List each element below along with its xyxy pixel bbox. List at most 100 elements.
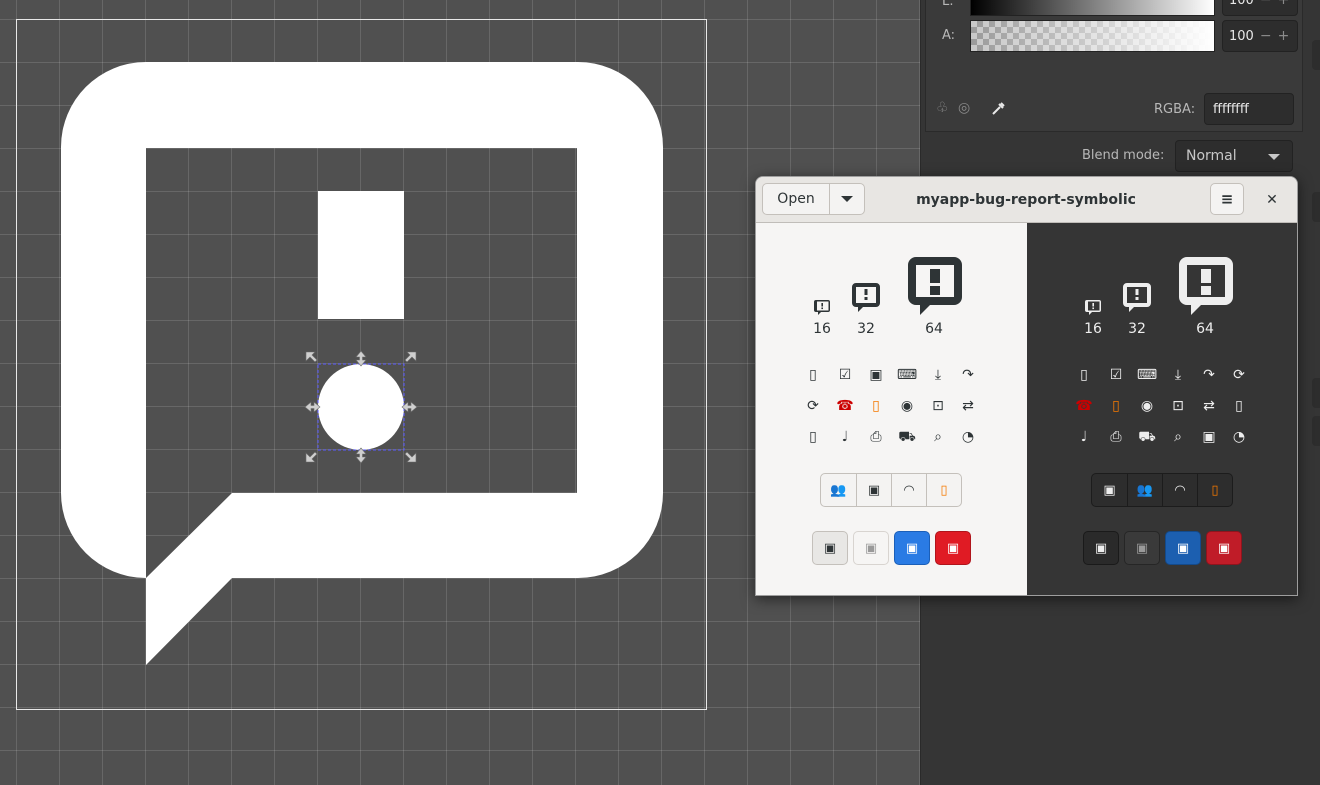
swap-arrows-icon: ⇄ (1203, 398, 1215, 414)
checkbox-checked-icon: ☑ (838, 367, 852, 383)
alpha-label: A: (942, 28, 956, 43)
resize-handle-top-right (404, 351, 417, 363)
bug-report-icon: ▣ (1217, 540, 1231, 556)
chevron-down-icon (1268, 154, 1280, 160)
open-menu-button[interactable] (829, 183, 865, 215)
document-search-icon: ⌕ (934, 429, 942, 445)
keyboard-icon: ⌨ (1136, 367, 1158, 383)
bug-report-button[interactable]: ▣ (1092, 474, 1127, 506)
bug-report-icon: ▣ (1103, 482, 1116, 498)
dark-theme-preview: 16 32 64 ▯ ☑ ⌨ ⤓ ↷ ⟳ ☎ ▯ ◉ ⊡ ⇄ ▯ ♩ ⎙ ⛟ ⌕… (1027, 223, 1297, 595)
bug-report-icon-32 (1123, 283, 1151, 312)
wifi-icon: ◠ (903, 482, 915, 498)
destructive-style-button[interactable]: ▣ (1206, 531, 1242, 565)
bug-report-icon: ▣ (1202, 429, 1216, 445)
speedometer-icon: ◔ (961, 429, 975, 445)
dock-tab[interactable] (1312, 192, 1320, 222)
bug-report-icon: ▣ (905, 540, 919, 556)
download-icon: ⤓ (1174, 367, 1182, 383)
dock-tab[interactable] (1312, 378, 1320, 408)
optical-disc-icon: ◉ (900, 398, 914, 414)
microphone-icon: ♩ (1080, 429, 1088, 445)
linked-button-group: 👥 ▣ ◠ ▯ (820, 473, 962, 507)
battery-locked-button[interactable]: ▯ (1197, 474, 1232, 506)
bug-report-icon: ▣ (1135, 540, 1149, 556)
flat-style-button[interactable]: ▣ (853, 531, 889, 565)
resize-handle-bottom-left (305, 451, 318, 463)
exclamation-dot-shape[interactable] (318, 364, 404, 450)
bug-report-icon-64 (1179, 257, 1233, 315)
size-label-16: 16 (1084, 321, 1102, 337)
color-managed-icon[interactable]: ◎ (958, 100, 970, 116)
bug-report-icon-32 (852, 283, 880, 312)
users-button[interactable]: 👥 (1127, 474, 1162, 506)
flat-color-panel: L: 100 − + A: 100 − + ♧ ◎ RGBA: ffffffff (925, 0, 1303, 132)
bug-report-icon: ▣ (867, 482, 881, 498)
alpha-spin[interactable]: 100 − + (1222, 20, 1298, 52)
main-menu-button[interactable]: ≡ (1210, 183, 1244, 215)
increment-button[interactable]: + (1278, 28, 1290, 44)
suggested-style-button[interactable]: ▣ (1165, 531, 1201, 565)
wifi-button[interactable]: ◠ (1162, 474, 1197, 506)
mouse-icon: ⊡ (1172, 398, 1184, 414)
increment-button[interactable]: + (1278, 0, 1290, 8)
lightness-slider[interactable] (970, 0, 1215, 16)
eyedropper-icon[interactable] (990, 101, 1006, 117)
battery-low-icon: ▯ (872, 398, 880, 414)
window-title: myapp-bug-report-symbolic (916, 192, 1136, 208)
lightness-spin[interactable]: 100 − + (1222, 0, 1298, 16)
printer-icon: ⎙ (1110, 429, 1122, 445)
size-label-64: 64 (1196, 321, 1214, 337)
decrement-button[interactable]: − (1260, 28, 1272, 44)
exclamation-bar-shape[interactable] (318, 191, 404, 319)
decrement-button[interactable]: − (1260, 0, 1272, 8)
dock-tab[interactable] (1312, 40, 1320, 70)
alpha-slider[interactable] (970, 20, 1215, 52)
battery-locked-button[interactable]: ▯ (926, 474, 961, 506)
destructive-style-button[interactable]: ▣ (935, 531, 971, 565)
wifi-icon: ◠ (1174, 482, 1186, 498)
speedometer-icon: ◔ (1232, 429, 1246, 445)
rgba-label: RGBA: (1154, 102, 1196, 117)
refresh-icon: ⟳ (807, 398, 819, 414)
bug-report-icon: ▣ (1094, 540, 1108, 556)
size-previews (814, 257, 962, 315)
wifi-button[interactable]: ◠ (891, 474, 926, 506)
battery-low-icon: ▯ (1112, 398, 1120, 414)
keyboard-icon: ⌨ (896, 367, 918, 383)
open-button[interactable]: Open (762, 183, 830, 215)
close-button[interactable]: ✕ (1260, 188, 1284, 212)
download-icon: ⤓ (934, 367, 942, 383)
suggested-style-button[interactable]: ▣ (894, 531, 930, 565)
dock-tab[interactable] (1312, 416, 1320, 446)
flat-style-button[interactable]: ▣ (1124, 531, 1160, 565)
normal-style-button[interactable]: ▣ (1083, 531, 1119, 565)
bug-report-icon: ▣ (1176, 540, 1190, 556)
resize-handle-bottom-right (404, 451, 417, 463)
bug-report-button[interactable]: ▣ (856, 474, 891, 506)
users-button[interactable]: 👥 (821, 474, 856, 506)
rgba-entry[interactable]: ffffffff (1204, 93, 1294, 125)
close-icon: ✕ (1266, 192, 1278, 208)
battery-icon: ▯ (1080, 367, 1088, 383)
bug-report-icon: ▣ (823, 540, 837, 556)
alpha-value: 100 (1229, 28, 1254, 44)
battery-locked-icon: ▯ (940, 482, 948, 498)
size-label-64: 64 (925, 321, 943, 337)
resize-handle-top-left (305, 351, 318, 363)
normal-style-button[interactable]: ▣ (812, 531, 848, 565)
bug-report-icon: ▣ (946, 540, 960, 556)
color-wheel-icon[interactable]: ♧ (936, 100, 949, 116)
users-icon: 👥 (830, 482, 847, 498)
users-icon: 👥 (1136, 482, 1154, 498)
bug-report-icon-16 (814, 300, 830, 315)
call-missed-icon: ☎ (1075, 398, 1093, 414)
blend-mode-dropdown[interactable]: Normal (1175, 140, 1293, 172)
symbolic-preview-window: Open myapp-bug-report-symbolic ≡ ✕ 16 32… (755, 176, 1298, 596)
microphone-icon: ♩ (841, 429, 849, 445)
car-icon: ⛟ (898, 429, 916, 445)
car-icon: ⛟ (1138, 429, 1156, 445)
chevron-down-icon (841, 196, 853, 202)
refresh-icon: ⟳ (1233, 367, 1245, 383)
size-previews (1085, 257, 1233, 315)
